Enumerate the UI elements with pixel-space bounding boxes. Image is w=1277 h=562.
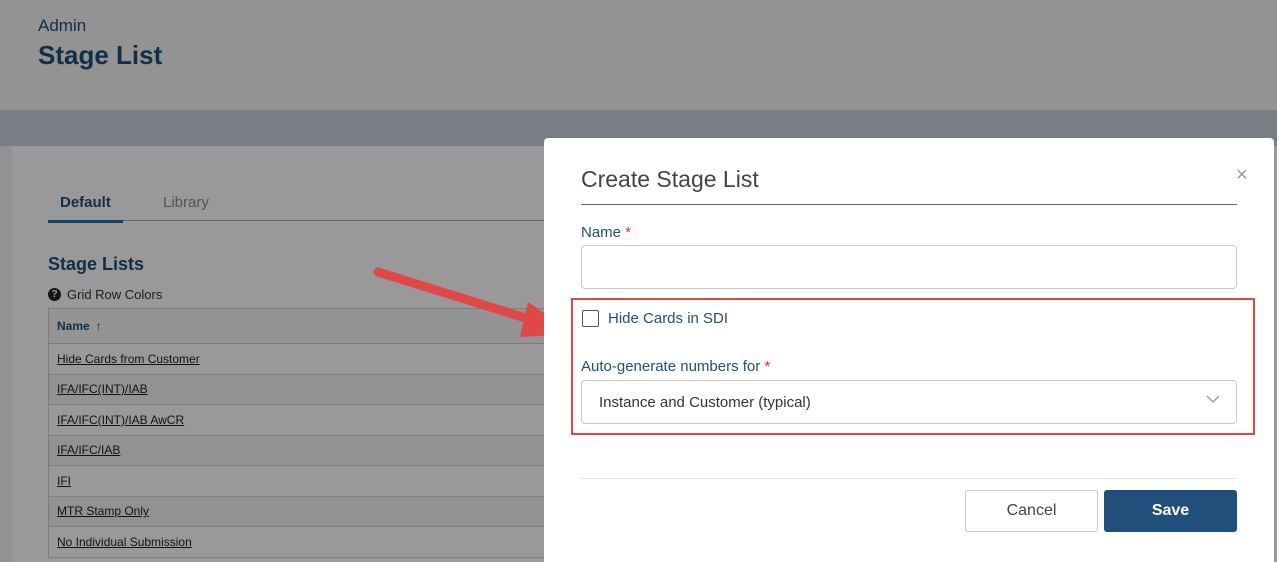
name-input[interactable] <box>581 245 1237 289</box>
close-icon[interactable]: × <box>1236 164 1248 187</box>
required-marker: * <box>625 224 632 241</box>
hide-cards-label[interactable]: Hide Cards in SDI <box>608 310 728 327</box>
name-label: Name * <box>581 224 631 241</box>
hide-cards-checkbox[interactable] <box>582 310 599 327</box>
autogen-select[interactable]: Instance and Customer (typical) <box>581 380 1237 424</box>
chevron-down-icon <box>1206 392 1220 407</box>
dialog-title: Create Stage List <box>581 166 759 192</box>
cancel-button[interactable]: Cancel <box>965 490 1098 532</box>
autogen-label: Auto-generate numbers for * <box>581 358 770 375</box>
autogen-label-text: Auto-generate numbers for <box>581 358 761 375</box>
footer-divider <box>581 478 1237 479</box>
required-marker: * <box>764 358 771 375</box>
save-button[interactable]: Save <box>1104 490 1237 532</box>
autogen-selected-value: Instance and Customer (typical) <box>599 393 811 411</box>
arrow-shaft <box>373 267 553 330</box>
create-stage-list-dialog: Create Stage List × Name * Hide Cards in… <box>544 138 1274 562</box>
name-label-text: Name <box>581 224 622 241</box>
title-divider <box>581 204 1237 205</box>
